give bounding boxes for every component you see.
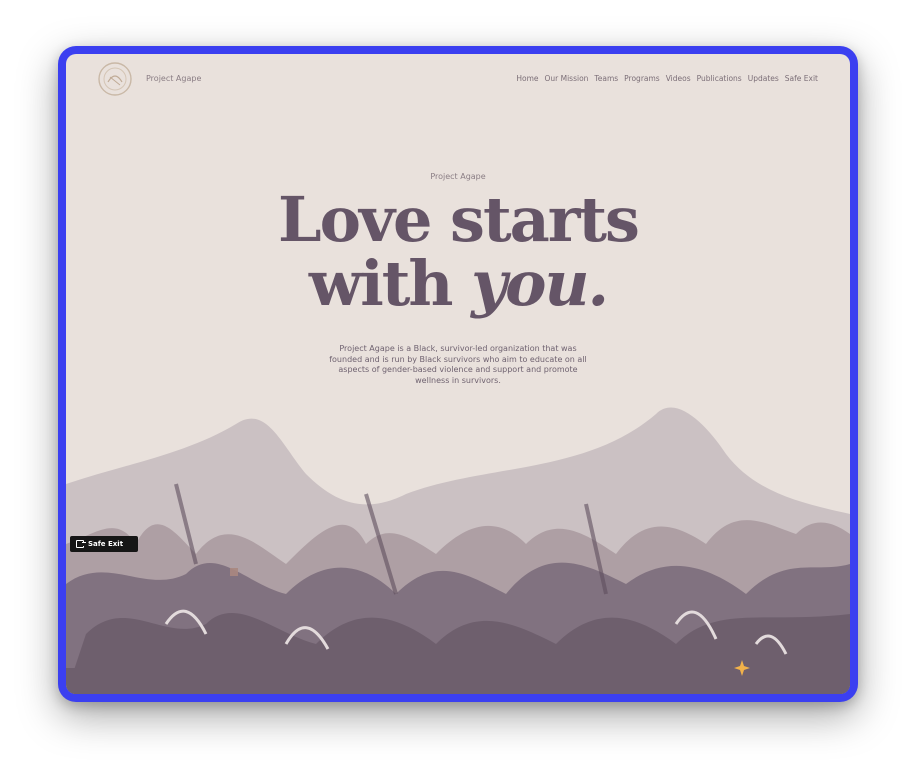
headline-line-2: with you. (66, 252, 850, 316)
project-agape-logo[interactable] (96, 60, 134, 98)
safe-exit-label: Safe Exit (88, 540, 124, 548)
decorative-square (230, 568, 238, 576)
hero-eyebrow: Project Agape (430, 172, 486, 181)
main-nav: Home Our Mission Teams Programs Videos P… (516, 74, 818, 83)
nav-our-mission[interactable]: Our Mission (545, 74, 589, 83)
nav-updates[interactable]: Updates (748, 74, 779, 83)
nav-programs[interactable]: Programs (624, 74, 660, 83)
headline-emphasis: you. (471, 247, 609, 320)
brand-name[interactable]: Project Agape (146, 74, 201, 83)
page-viewport: Project Agape Home Our Mission Teams Pro… (66, 54, 850, 694)
headline-line-2-prefix: with (308, 247, 472, 320)
sparkle-icon (734, 660, 750, 676)
mountain-foliage-illustration (66, 407, 850, 694)
nav-safe-exit[interactable]: Safe Exit (785, 74, 818, 83)
browser-frame: Project Agape Home Our Mission Teams Pro… (58, 46, 858, 702)
nav-teams[interactable]: Teams (594, 74, 618, 83)
hero-description: Project Agape is a Black, survivor-led o… (329, 344, 587, 385)
nav-videos[interactable]: Videos (666, 74, 691, 83)
safe-exit-button[interactable]: Safe Exit (70, 536, 138, 552)
nav-publications[interactable]: Publications (697, 74, 742, 83)
ground-strip (66, 668, 850, 694)
exit-icon (76, 540, 86, 548)
headline-line-1: Love starts (278, 183, 640, 256)
nav-home[interactable]: Home (516, 74, 538, 83)
hero-headline: Love starts with you. (66, 188, 850, 316)
